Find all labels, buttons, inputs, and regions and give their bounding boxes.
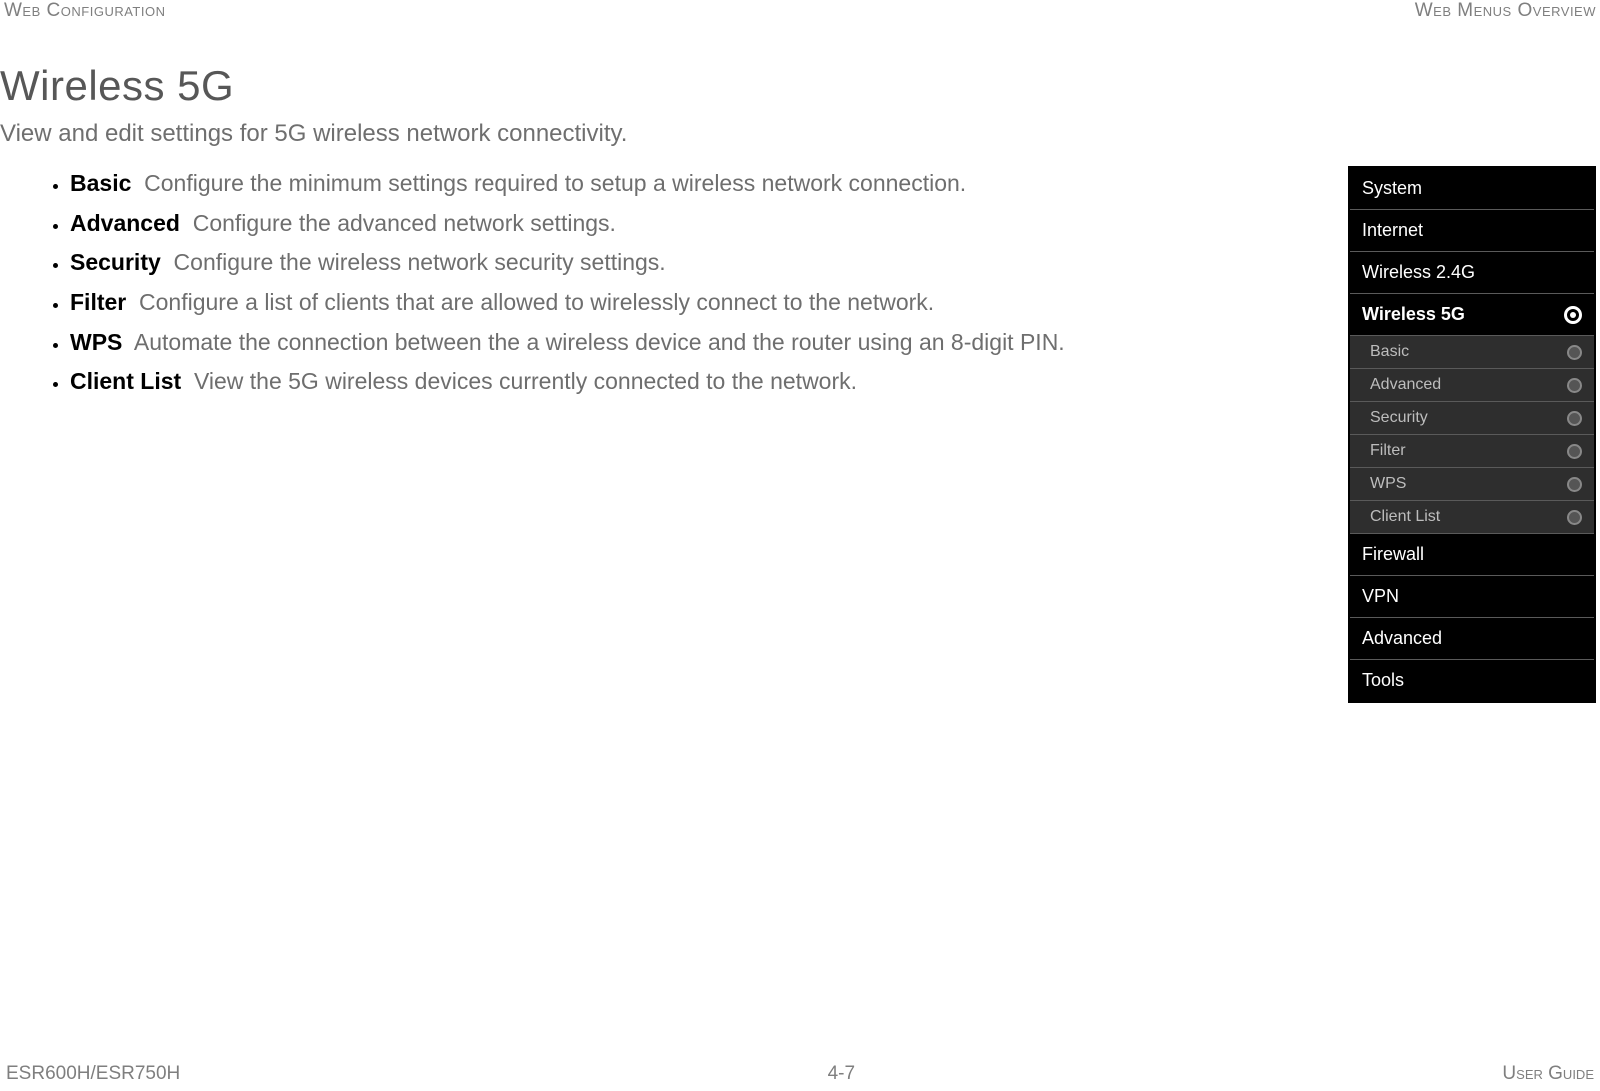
list-item: Client List View the 5G wireless devices… <box>70 364 1318 400</box>
header-left: Web Configuration <box>4 0 165 22</box>
list-item: WPS Automate the connection between the … <box>70 325 1318 361</box>
menu-vpn[interactable]: VPN <box>1350 576 1594 618</box>
menu-system[interactable]: System <box>1350 168 1594 210</box>
radio-icon <box>1567 444 1582 459</box>
radio-icon <box>1567 477 1582 492</box>
submenu-filter[interactable]: Filter <box>1350 435 1594 468</box>
list-item: Basic Configure the minimum settings req… <box>70 166 1318 202</box>
menu-internet[interactable]: Internet <box>1350 210 1594 252</box>
feature-list: Basic Configure the minimum settings req… <box>0 166 1318 404</box>
page-title: Wireless 5G <box>0 62 1600 110</box>
menu-wireless-24g[interactable]: Wireless 2.4G <box>1350 252 1594 294</box>
menu-wireless-5g[interactable]: Wireless 5G <box>1350 294 1594 336</box>
list-item: Advanced Configure the advanced network … <box>70 206 1318 242</box>
footer-model: ESR600H/ESR750H <box>6 1063 180 1085</box>
submenu-advanced[interactable]: Advanced <box>1350 369 1594 402</box>
list-item: Security Configure the wireless network … <box>70 245 1318 281</box>
submenu-security[interactable]: Security <box>1350 402 1594 435</box>
footer-guide: User Guide <box>1502 1063 1594 1085</box>
expand-icon <box>1564 306 1582 324</box>
radio-icon <box>1567 378 1582 393</box>
radio-icon <box>1567 345 1582 360</box>
submenu-wps[interactable]: WPS <box>1350 468 1594 501</box>
menu-firewall[interactable]: Firewall <box>1350 534 1594 576</box>
radio-icon <box>1567 510 1582 525</box>
header-right: Web Menus Overview <box>1415 0 1596 22</box>
nav-menu: System Internet Wireless 2.4G Wireless 5… <box>1348 166 1596 703</box>
list-item: Filter Configure a list of clients that … <box>70 285 1318 321</box>
footer-page: 4-7 <box>828 1063 855 1085</box>
page-subtitle: View and edit settings for 5G wireless n… <box>0 120 1600 148</box>
menu-tools[interactable]: Tools <box>1350 660 1594 701</box>
submenu-basic[interactable]: Basic <box>1350 336 1594 369</box>
menu-advanced[interactable]: Advanced <box>1350 618 1594 660</box>
radio-icon <box>1567 411 1582 426</box>
submenu-client-list[interactable]: Client List <box>1350 501 1594 534</box>
